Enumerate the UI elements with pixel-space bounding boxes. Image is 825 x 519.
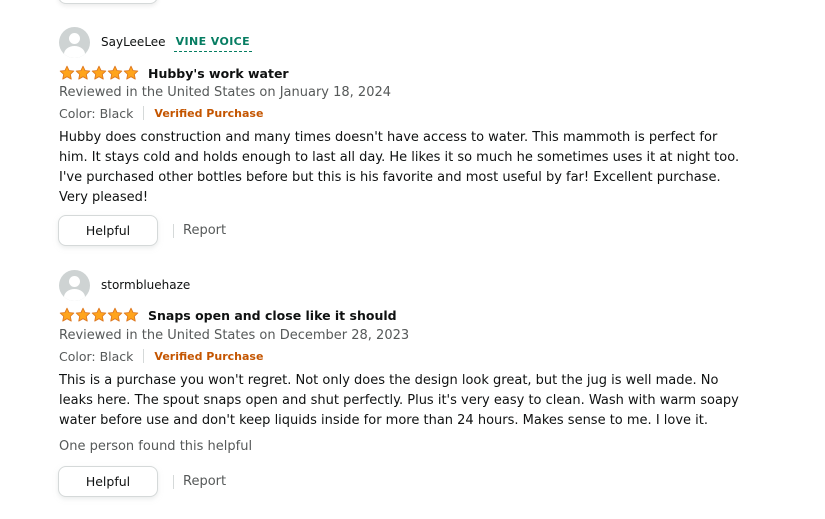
reviewer-name[interactable]: SayLeeLee — [101, 35, 166, 49]
avatar-icon — [59, 269, 90, 301]
divider — [173, 223, 174, 238]
divider — [143, 349, 145, 363]
review-title-row[interactable]: Hubby's work water — [59, 64, 289, 82]
review-title-row[interactable]: Snaps open and close like it should — [59, 306, 397, 324]
helpful-count: One person found this helpful — [59, 439, 253, 454]
helpful-button[interactable]: Helpful — [58, 466, 158, 497]
review-date: Reviewed in the United States on January… — [59, 85, 392, 100]
vine-voice-badge[interactable]: VINE VOICE — [173, 33, 253, 52]
star-filled-icon — [123, 65, 139, 80]
review-format-row: Color: Black Verified Purchase — [59, 104, 263, 122]
divider — [143, 106, 145, 120]
format-strip[interactable]: Color: Black — [59, 349, 133, 364]
star-filled-icon — [75, 65, 91, 80]
star-filled-icon — [91, 65, 107, 80]
reviewer-name[interactable]: stormbluehaze — [101, 278, 190, 292]
reviewer-profile[interactable]: SayLeeLee VINE VOICE — [59, 26, 253, 58]
star-filled-icon — [75, 307, 91, 322]
star-filled-icon — [91, 307, 107, 322]
review-actions: Helpful Report — [58, 215, 226, 246]
star-rating[interactable] — [59, 307, 139, 323]
divider — [173, 474, 174, 489]
review-body: Hubby does construction and many times d… — [59, 130, 740, 205]
helpful-button[interactable]: Helpful — [58, 215, 158, 246]
star-filled-icon — [123, 307, 139, 322]
verified-purchase-badge: Verified Purchase — [154, 349, 264, 363]
report-link[interactable]: Report — [183, 223, 226, 238]
star-filled-icon — [59, 307, 75, 322]
previous-helpful-button[interactable] — [58, 0, 158, 4]
star-filled-icon — [107, 307, 123, 322]
review-title[interactable]: Hubby's work water — [148, 66, 289, 81]
avatar-icon — [59, 26, 90, 58]
star-filled-icon — [59, 65, 75, 80]
star-filled-icon — [107, 65, 123, 80]
reviews-page: SayLeeLee VINE VOICE Hubby's work water … — [0, 0, 825, 519]
review-title[interactable]: Snaps open and close like it should — [148, 308, 397, 323]
verified-purchase-badge: Verified Purchase — [154, 106, 264, 120]
format-strip[interactable]: Color: Black — [59, 106, 133, 121]
review-format-row: Color: Black Verified Purchase — [59, 347, 263, 365]
report-link[interactable]: Report — [183, 474, 226, 489]
review-actions: Helpful Report — [58, 466, 226, 497]
reviewer-profile[interactable]: stormbluehaze — [59, 269, 190, 301]
star-rating[interactable] — [59, 65, 139, 81]
review-date: Reviewed in the United States on Decembe… — [59, 328, 410, 343]
review-body: This is a purchase you won't regret. Not… — [59, 373, 739, 428]
